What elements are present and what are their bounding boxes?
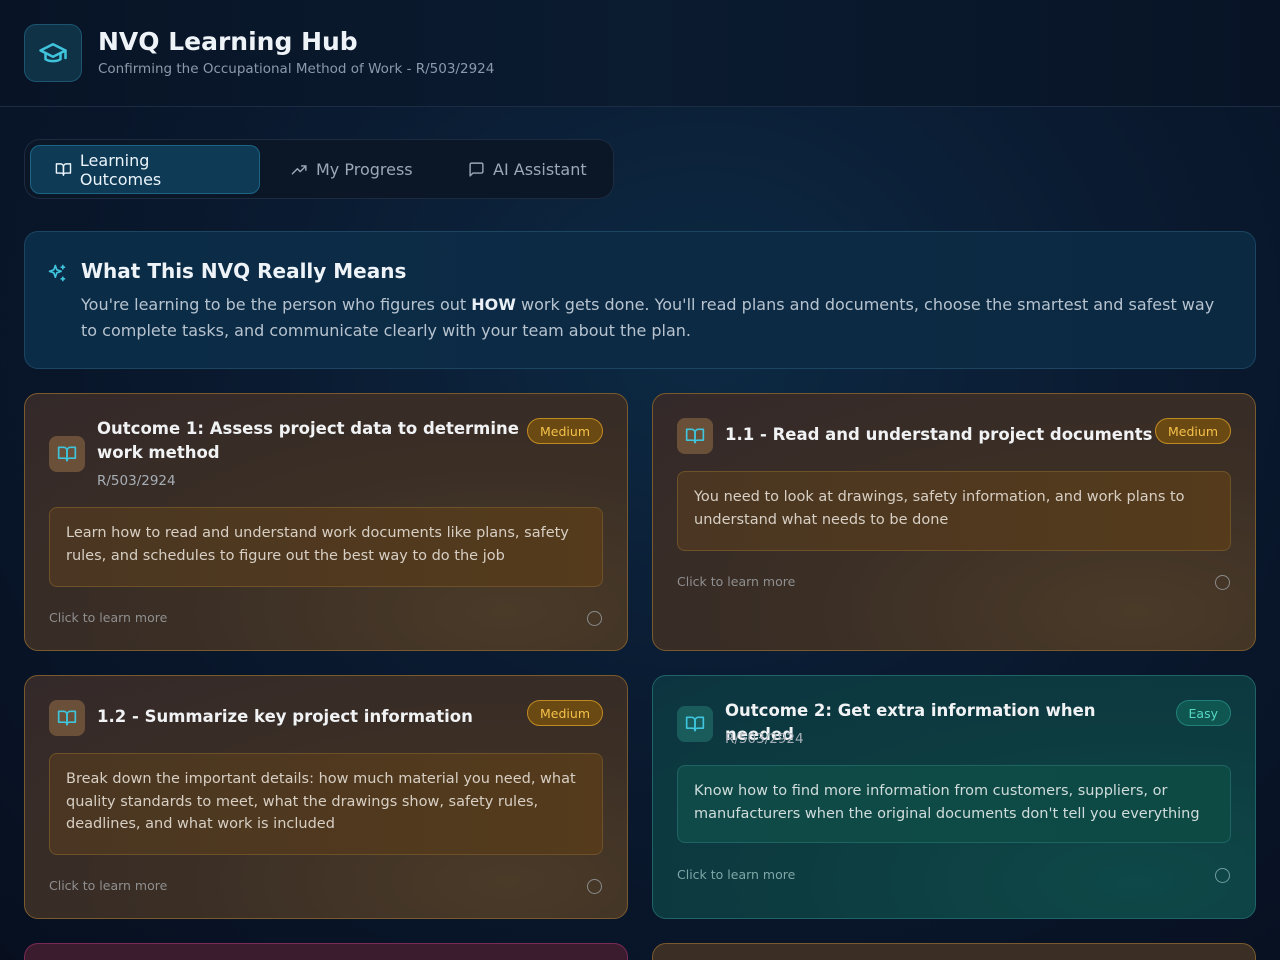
tab-label: My Progress bbox=[316, 160, 413, 179]
card-description: Break down the important details: how mu… bbox=[49, 753, 603, 855]
trending-up-icon bbox=[291, 165, 307, 175]
outcome-card[interactable]: Outcome 1: Assess project data to determ… bbox=[24, 393, 628, 651]
book-open-icon bbox=[49, 700, 85, 736]
card-description: You need to look at drawings, safety inf… bbox=[677, 471, 1231, 551]
outcome-card[interactable]: Outcome 2: Get extra information when ne… bbox=[652, 675, 1256, 919]
difficulty-badge: Easy bbox=[1175, 700, 1231, 726]
completion-circle-icon[interactable] bbox=[587, 879, 602, 894]
criteria-card[interactable]: 1.2 - Summarize key project information … bbox=[24, 675, 628, 919]
book-open-icon bbox=[49, 436, 85, 472]
tab-bar: Learning Outcomes My Progress AI Assista… bbox=[24, 139, 614, 199]
intro-title: What This NVQ Really Means bbox=[81, 259, 407, 283]
app-header: NVQ Learning Hub Confirming the Occupati… bbox=[0, 0, 1280, 107]
card-title: 1.1 - Read and understand project docume… bbox=[725, 425, 1153, 444]
card-title: 1.2 - Summarize key project information bbox=[97, 707, 473, 726]
tab-label: AI Assistant bbox=[493, 160, 587, 179]
card-description: Learn how to read and understand work do… bbox=[49, 507, 603, 587]
completion-circle-icon[interactable] bbox=[587, 611, 602, 626]
book-open-icon bbox=[55, 163, 72, 176]
card-code: R/503/2924 bbox=[725, 731, 804, 747]
message-square-icon bbox=[469, 162, 484, 177]
intro-panel: What This NVQ Really Means You're learni… bbox=[24, 231, 1256, 369]
learn-more-link[interactable]: Click to learn more bbox=[49, 878, 167, 893]
card-description: Know how to find more information from c… bbox=[677, 765, 1231, 843]
tab-my-progress[interactable]: My Progress bbox=[267, 145, 437, 194]
card-code: R/503/2924 bbox=[97, 473, 176, 489]
tab-learning-outcomes[interactable]: Learning Outcomes bbox=[30, 145, 260, 194]
tab-ai-assistant[interactable]: AI Assistant bbox=[444, 145, 611, 194]
card-title: Outcome 1: Assess project data to determ… bbox=[97, 419, 519, 462]
book-open-icon bbox=[677, 706, 713, 742]
app-subtitle: Confirming the Occupational Method of Wo… bbox=[98, 61, 495, 77]
learn-more-link[interactable]: Click to learn more bbox=[677, 574, 795, 589]
intro-text: You're learning to be the person who fig… bbox=[81, 295, 1215, 340]
difficulty-badge: Medium bbox=[1155, 418, 1231, 444]
difficulty-badge: Medium bbox=[527, 418, 603, 444]
criteria-card[interactable]: 1.1 - Read and understand project docume… bbox=[652, 393, 1256, 651]
app-title: NVQ Learning Hub bbox=[98, 27, 358, 56]
book-open-icon bbox=[677, 418, 713, 454]
sparkles-icon bbox=[47, 263, 67, 287]
completion-circle-icon[interactable] bbox=[1215, 868, 1230, 883]
graduation-cap-icon bbox=[24, 24, 82, 82]
learn-more-link[interactable]: Click to learn more bbox=[677, 867, 795, 882]
outcome-card-partial[interactable] bbox=[24, 943, 628, 960]
difficulty-badge: Medium bbox=[527, 700, 603, 726]
tab-label: Learning Outcomes bbox=[79, 150, 162, 189]
learn-more-link[interactable]: Click to learn more bbox=[49, 610, 167, 625]
completion-circle-icon[interactable] bbox=[1215, 575, 1230, 590]
criteria-card-partial[interactable] bbox=[652, 943, 1256, 960]
